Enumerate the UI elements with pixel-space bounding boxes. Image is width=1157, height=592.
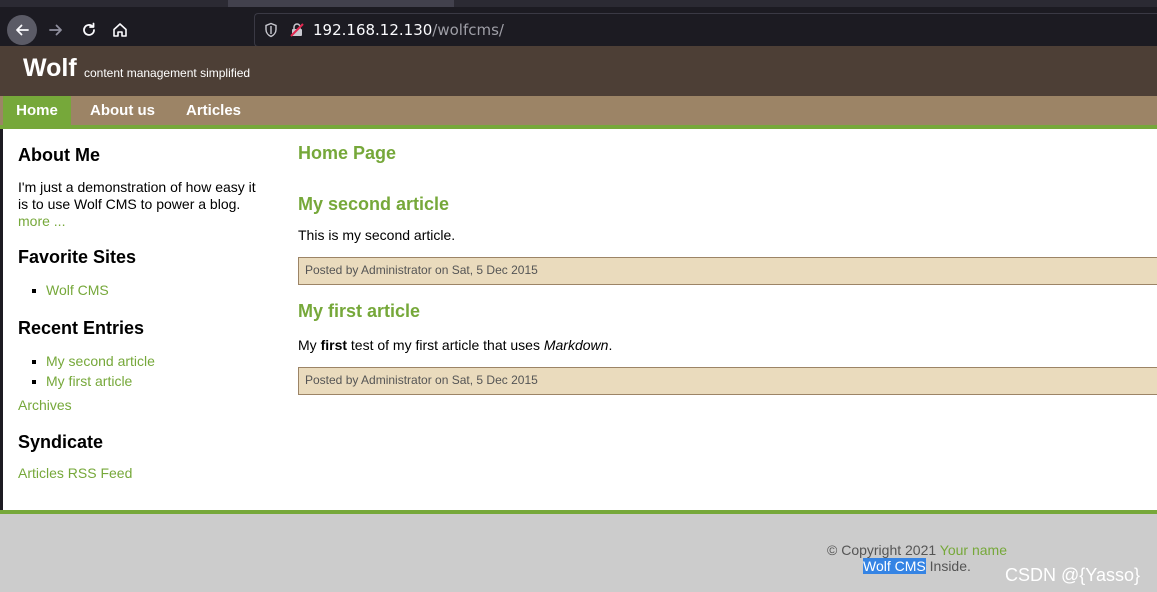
list-item: My first article (18, 371, 155, 391)
rss-feed-link[interactable]: Articles RSS Feed (18, 465, 132, 481)
url-bar[interactable]: 192.168.12.130/wolfcms/ (254, 13, 1157, 47)
site-header: Wolf content management simplified (0, 46, 1157, 96)
insecure-lock-icon[interactable] (289, 22, 305, 38)
article-info: Posted by Administrator on Sat, 5 Dec 20… (298, 367, 1157, 395)
syndicate-heading: Syndicate (18, 432, 104, 452)
shield-icon[interactable] (263, 22, 279, 38)
recent-entries-list: My second article My first article (18, 351, 155, 391)
list-item: Wolf CMS (18, 280, 109, 300)
about-more-link[interactable]: more ... (18, 213, 65, 229)
active-tab-indicator (228, 0, 454, 7)
article-info: Posted by Administrator on Sat, 5 Dec 20… (298, 257, 1157, 285)
reload-icon (83, 22, 95, 36)
nav-articles[interactable]: Articles (186, 96, 241, 125)
copyright-text: © Copyright 2021 (827, 542, 940, 558)
back-button[interactable] (7, 15, 37, 45)
article-body-italic: Markdown (543, 337, 609, 353)
site-footer: © Copyright 2021 Your name Wolf CMS Insi… (0, 510, 1157, 592)
article-title-link[interactable]: My first article (298, 301, 420, 321)
recent-entries-heading: Recent Entries (18, 318, 145, 338)
about-me-text: I'm just a demonstration of how easy it … (18, 179, 268, 230)
page-title: Home Page (298, 143, 397, 163)
your-name-link[interactable]: Your name (940, 542, 1007, 558)
footer-copyright: © Copyright 2021 Your name (827, 542, 1007, 558)
url-host: 192.168.12.130 (313, 21, 433, 39)
about-me-body: I'm just a demonstration of how easy it … (18, 179, 256, 212)
wolf-cms-link[interactable]: Wolf CMS (863, 558, 926, 574)
url-path: /wolfcms/ (432, 21, 504, 39)
home-button[interactable] (105, 15, 135, 45)
article-title: My second article (298, 194, 449, 215)
list-item: My second article (18, 351, 155, 371)
about-me-heading: About Me (18, 145, 100, 165)
article-title-link[interactable]: My second article (298, 194, 449, 214)
recent-entry-link[interactable]: My first article (46, 373, 132, 389)
forward-button[interactable] (41, 15, 71, 45)
article-body: My first test of my first article that u… (298, 337, 612, 353)
article-body-prefix: My (298, 337, 321, 353)
site-title[interactable]: Wolf (23, 54, 77, 83)
article-body: This is my second article. (298, 227, 456, 243)
footer-powered-by: Wolf CMS Inside. (863, 558, 971, 574)
arrow-left-icon (16, 24, 29, 36)
csdn-watermark: CSDN @{Yasso} (1005, 565, 1140, 585)
article-body-bold: first (320, 337, 348, 353)
favorite-sites-heading: Favorite Sites (18, 247, 137, 267)
browser-toolbar: 192.168.12.130/wolfcms/ (0, 0, 1157, 47)
article-title: My first article (298, 301, 420, 322)
article-body-middle: test of my first article that uses (347, 337, 544, 353)
url-text: 192.168.12.130/wolfcms/ (313, 21, 504, 39)
favorite-site-link[interactable]: Wolf CMS (46, 282, 109, 298)
site-slogan: content management simplified (84, 66, 251, 80)
arrow-right-icon (49, 24, 62, 36)
nav-home[interactable]: Home (3, 96, 71, 125)
article-body-suffix: . (608, 337, 613, 353)
main-navigation: Home About us Articles (0, 96, 1157, 129)
reload-button[interactable] (74, 15, 104, 45)
favorite-sites-list: Wolf CMS (18, 280, 109, 300)
archives-link[interactable]: Archives (18, 397, 72, 413)
inside-text: Inside. (925, 558, 971, 574)
home-icon (113, 23, 127, 37)
page-left-edge (0, 129, 3, 512)
nav-about-us[interactable]: About us (90, 96, 155, 125)
recent-entry-link[interactable]: My second article (46, 353, 155, 369)
